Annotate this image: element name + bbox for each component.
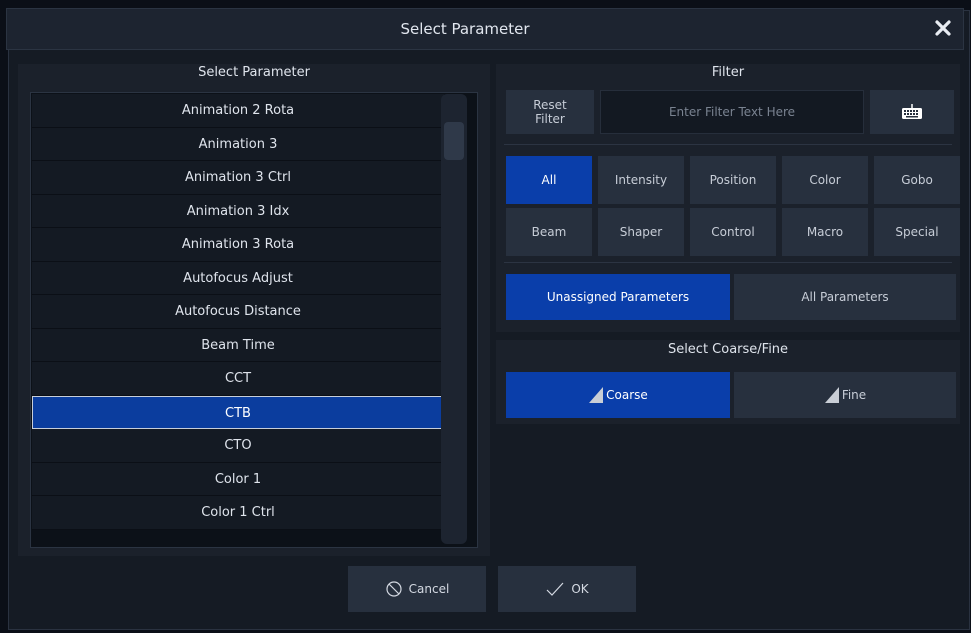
- list-item[interactable]: Animation 2 Rota: [32, 94, 444, 128]
- list-item[interactable]: Beam Time: [32, 328, 444, 362]
- reset-filter-label: Reset Filter: [533, 98, 567, 126]
- filter-text-input[interactable]: [600, 90, 864, 134]
- coarse-fine-panel: Select Coarse/Fine Coarse Fine: [496, 340, 960, 424]
- cancel-label: Cancel: [408, 582, 450, 596]
- parameter-list-panel: Select Parameter Animation 2 Rota Animati…: [18, 64, 490, 556]
- filter-category-button[interactable]: Beam: [506, 208, 592, 256]
- ok-button[interactable]: OK: [498, 566, 636, 612]
- filter-category-button[interactable]: Macro: [782, 208, 868, 256]
- filter-divider: [504, 144, 952, 145]
- ok-label: OK: [571, 582, 589, 596]
- all-parameters-button[interactable]: All Parameters: [734, 274, 956, 320]
- coarse-fine-heading: Select Coarse/Fine: [667, 342, 789, 357]
- parameter-list-items: Animation 2 Rota Animation 3 Animation 3 C…: [32, 94, 444, 530]
- cancel-icon: [386, 581, 402, 597]
- filter-heading: Filter: [711, 65, 745, 80]
- list-item[interactable]: Animation 3: [32, 127, 444, 161]
- filter-panel: Filter Reset Filter AllIntensityPosition…: [496, 64, 960, 332]
- filter-category-button[interactable]: Control: [690, 208, 776, 256]
- coarse-button[interactable]: Coarse: [506, 372, 730, 418]
- list-item[interactable]: CCT: [32, 362, 444, 396]
- filter-category-button[interactable]: Special: [874, 208, 960, 256]
- list-item-selected[interactable]: CTB: [32, 395, 444, 429]
- filter-category-button[interactable]: Position: [690, 156, 776, 204]
- parameter-list-heading: Select Parameter: [198, 65, 310, 80]
- close-button[interactable]: [927, 12, 959, 44]
- scrollbar[interactable]: [441, 94, 467, 544]
- scrollbar-thumb[interactable]: [444, 122, 464, 160]
- filter-category-button[interactable]: Color: [782, 156, 868, 204]
- list-item[interactable]: Animation 3 Ctrl: [32, 161, 444, 195]
- close-icon: [935, 20, 951, 36]
- filter-category-button[interactable]: All: [506, 156, 592, 204]
- filter-category-button[interactable]: Intensity: [598, 156, 684, 204]
- list-item[interactable]: Color 1 Ctrl: [32, 496, 444, 530]
- list-item[interactable]: Animation 3 Rota: [32, 228, 444, 262]
- list-item[interactable]: Autofocus Distance: [32, 295, 444, 329]
- checkmark-icon: [546, 582, 564, 596]
- keyboard-button[interactable]: [870, 90, 954, 134]
- fine-label: Fine: [841, 388, 867, 402]
- unassigned-parameters-button[interactable]: Unassigned Parameters: [506, 274, 730, 320]
- parameter-list: Animation 2 Rota Animation 3 Animation 3 C…: [30, 92, 478, 548]
- list-item[interactable]: Animation 3 Idx: [32, 194, 444, 228]
- filter-category-button[interactable]: Shaper: [598, 208, 684, 256]
- list-item[interactable]: CTO: [32, 429, 444, 463]
- list-item[interactable]: Autofocus Adjust: [32, 261, 444, 295]
- dialog-title: Select Parameter: [400, 20, 530, 38]
- reset-filter-button[interactable]: Reset Filter: [506, 90, 594, 134]
- title-bar: Select Parameter: [6, 8, 964, 50]
- list-item[interactable]: Color 1: [32, 462, 444, 496]
- wedge-icon: [589, 387, 604, 403]
- wedge-icon: [824, 387, 839, 403]
- coarse-label: Coarse: [606, 388, 648, 402]
- keyboard-icon: [902, 104, 922, 119]
- filter-divider: [504, 262, 952, 263]
- cancel-button[interactable]: Cancel: [348, 566, 486, 612]
- filter-category-button[interactable]: Gobo: [874, 156, 960, 204]
- fine-button[interactable]: Fine: [734, 372, 956, 418]
